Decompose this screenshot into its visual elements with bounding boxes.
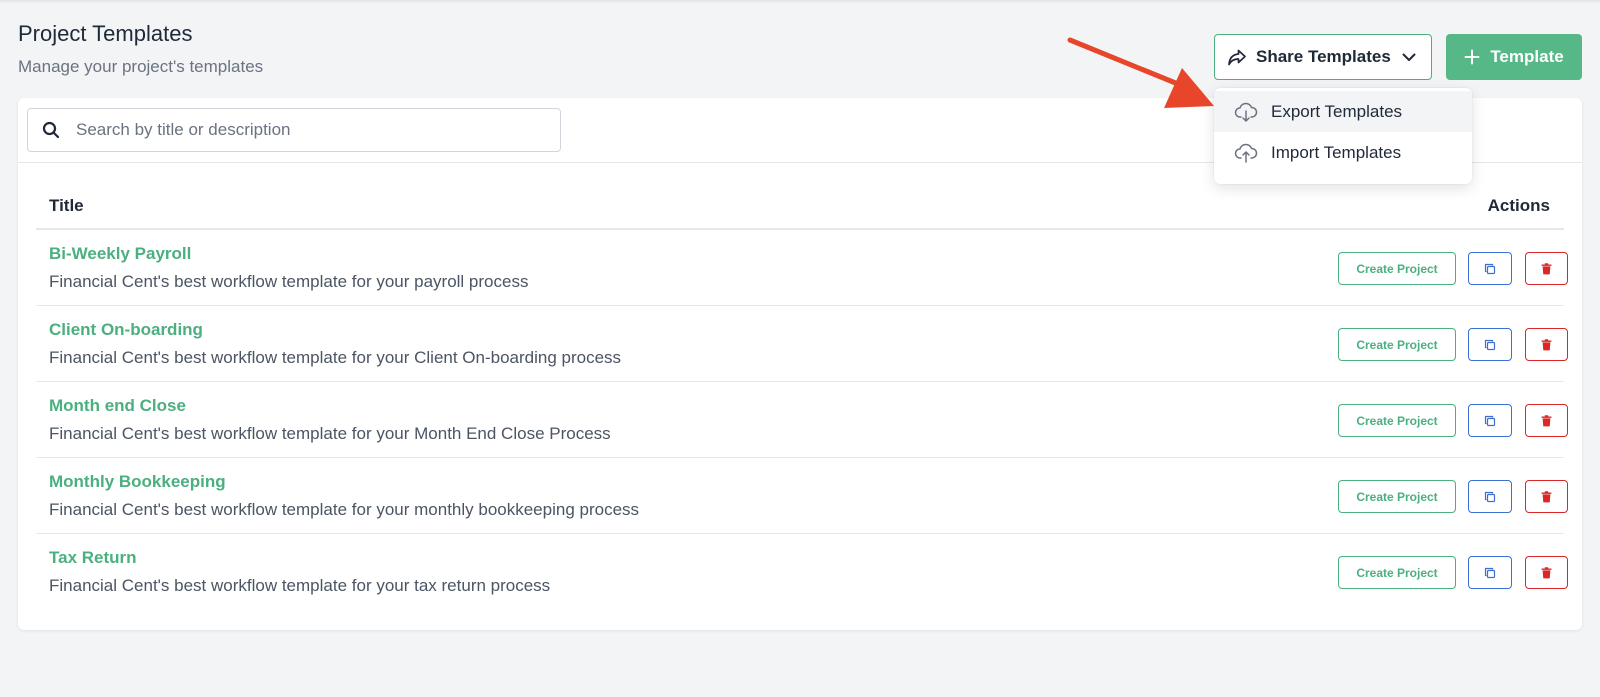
trash-icon: [1541, 338, 1552, 351]
template-description: Financial Cent's best workflow template …: [49, 500, 640, 519]
template-description: Financial Cent's best workflow template …: [49, 348, 622, 367]
table-row: Tax Return Financial Cent's best workflo…: [36, 534, 1568, 610]
trash-icon: [1541, 566, 1552, 579]
delete-button[interactable]: [1525, 480, 1568, 513]
delete-button[interactable]: [1525, 556, 1568, 589]
menu-item-label: Export Templates: [1271, 101, 1403, 121]
menu-item-export-templates[interactable]: Export Templates: [1214, 91, 1472, 132]
create-project-button[interactable]: Create Project: [1338, 404, 1456, 437]
template-title-link[interactable]: Bi-Weekly Payroll: [49, 244, 191, 264]
create-project-button[interactable]: Create Project: [1338, 328, 1456, 361]
table-row: Client On-boarding Financial Cent's best…: [36, 306, 1568, 382]
share-templates-button[interactable]: Share Templates: [1214, 34, 1432, 80]
template-title-link[interactable]: Monthly Bookkeeping: [49, 472, 226, 492]
copy-icon: [1484, 263, 1496, 275]
template-description: Financial Cent's best workflow template …: [49, 576, 551, 595]
duplicate-button[interactable]: [1468, 328, 1512, 361]
trash-icon: [1541, 262, 1552, 275]
duplicate-button[interactable]: [1468, 404, 1512, 437]
delete-button[interactable]: [1525, 404, 1568, 437]
copy-icon: [1484, 491, 1496, 503]
duplicate-button[interactable]: [1468, 556, 1512, 589]
create-project-button[interactable]: Create Project: [1338, 480, 1456, 513]
copy-icon: [1484, 339, 1496, 351]
page-title: Project Templates: [18, 21, 193, 46]
delete-button[interactable]: [1525, 328, 1568, 361]
top-shadow: [0, 0, 1600, 4]
menu-item-import-templates[interactable]: Import Templates: [1214, 132, 1472, 173]
column-header-actions: Actions: [1487, 196, 1550, 215]
share-templates-menu: Export Templates Import Templates: [1214, 88, 1472, 184]
template-description: Financial Cent's best workflow template …: [49, 424, 611, 443]
create-project-button[interactable]: Create Project: [1338, 556, 1456, 589]
page-subtitle: Manage your project's templates: [18, 57, 264, 76]
duplicate-button[interactable]: [1468, 252, 1512, 285]
copy-icon: [1484, 415, 1496, 427]
table-row: Month end Close Financial Cent's best wo…: [36, 382, 1568, 458]
copy-icon: [1484, 567, 1496, 579]
trash-icon: [1541, 414, 1552, 427]
menu-item-label: Import Templates: [1271, 142, 1402, 162]
search-icon: [42, 121, 60, 139]
cloud-upload-icon: [1234, 141, 1258, 165]
share-arrow-icon: [1227, 47, 1247, 67]
delete-button[interactable]: [1525, 252, 1568, 285]
search-input[interactable]: [76, 120, 516, 140]
template-title-link[interactable]: Client On-boarding: [49, 320, 203, 340]
chevron-down-icon: [1401, 49, 1417, 65]
add-template-label: Template: [1490, 47, 1564, 66]
add-template-button[interactable]: Template: [1446, 34, 1582, 80]
table-row: Bi-Weekly Payroll Financial Cent's best …: [36, 230, 1568, 306]
template-description: Financial Cent's best workflow template …: [49, 272, 529, 291]
share-templates-label: Share Templates: [1256, 47, 1391, 66]
search-box[interactable]: [27, 108, 561, 152]
page: Project Templates Manage your project's …: [0, 0, 1600, 697]
cloud-download-icon: [1234, 100, 1258, 124]
template-title-link[interactable]: Month end Close: [49, 396, 186, 416]
column-header-title: Title: [49, 196, 84, 215]
template-title-link[interactable]: Tax Return: [49, 548, 137, 568]
duplicate-button[interactable]: [1468, 480, 1512, 513]
table-row: Monthly Bookkeeping Financial Cent's bes…: [36, 458, 1568, 534]
trash-icon: [1541, 490, 1552, 503]
plus-icon: [1464, 49, 1480, 65]
create-project-button[interactable]: Create Project: [1338, 252, 1456, 285]
annotation-arrow-icon: [1067, 37, 1214, 108]
